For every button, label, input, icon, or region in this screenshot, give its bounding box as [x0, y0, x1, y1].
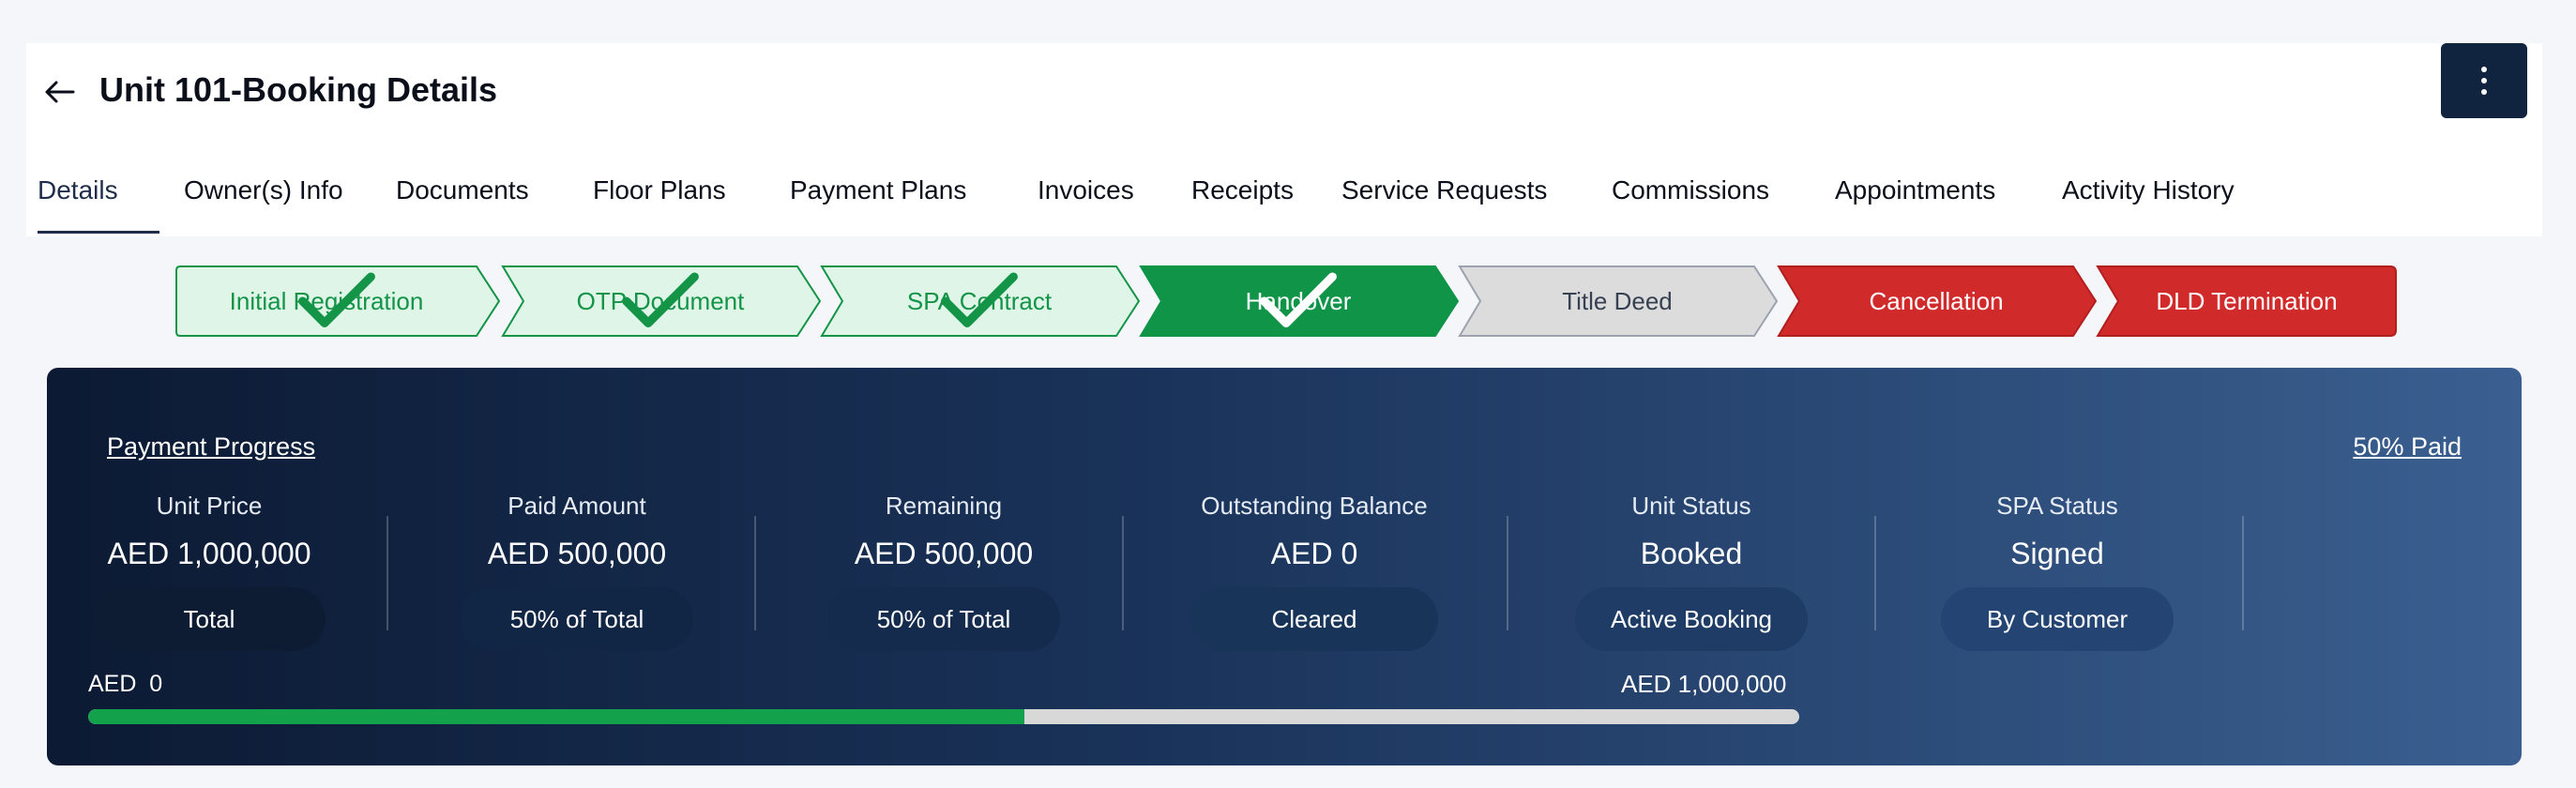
stat-label: SPA Status — [1996, 492, 2118, 520]
stat-pill: 50% of Total — [827, 587, 1060, 651]
stat-value: Signed — [2010, 537, 2104, 570]
step-label: Title Deed — [1562, 286, 1673, 315]
step-title-deed[interactable]: Title Deed — [1458, 265, 1779, 338]
stat-pill: By Customer — [1941, 587, 2174, 651]
booking-stepper: Initial Registration OTP Document SPA Co… — [174, 265, 2398, 338]
step-content: Title Deed — [1458, 265, 1777, 338]
tab-owners-info[interactable]: Owner(s) Info — [184, 159, 343, 235]
step-otp-document[interactable]: OTP Document — [501, 265, 822, 338]
stat-pill: Total — [93, 587, 326, 651]
step-content: Handover — [1139, 265, 1458, 338]
step-label: DLD Termination — [2156, 286, 2338, 315]
progress-range-max: AED 1,000,000 — [1621, 670, 1787, 698]
stat-value: AED 1,000,000 — [107, 537, 311, 570]
step-initial-registration[interactable]: Initial Registration — [174, 265, 501, 338]
tab-commissions[interactable]: Commissions — [1612, 159, 1769, 235]
stat-label: Paid Amount — [508, 492, 646, 520]
stat-divider — [1874, 516, 1876, 630]
step-content: Initial Registration — [174, 265, 499, 338]
stat-spa-status: SPA Status Signed By Customer — [1902, 490, 2212, 659]
payment-progress-panel: Payment Progress 50% Paid Unit Price AED… — [47, 368, 2522, 765]
stat-unit-status: Unit Status Booked Active Booking — [1537, 490, 1846, 659]
page-title: Unit 101-Booking Details — [99, 70, 498, 109]
stat-value: AED 0 — [1270, 537, 1358, 570]
stat-label: Unit Price — [156, 492, 263, 520]
stat-label: Unit Status — [1631, 492, 1751, 520]
stat-divider — [2242, 516, 2244, 630]
stat-divider — [386, 516, 388, 630]
step-label: Cancellation — [1869, 286, 2004, 315]
stat-value: Booked — [1640, 537, 1743, 570]
step-dld-termination[interactable]: DLD Termination — [2096, 265, 2398, 338]
step-content: OTP Document — [501, 265, 820, 338]
progress-range-min: AED 0 — [88, 671, 163, 697]
stat-divider — [1122, 516, 1124, 630]
vertical-dots-icon-dot-3 — [2481, 89, 2487, 95]
check-icon — [1260, 272, 1337, 327]
stat-label: Remaining — [885, 492, 1003, 520]
tab-invoices[interactable]: Invoices — [1038, 159, 1134, 235]
stat-pill: Cleared — [1190, 587, 1438, 651]
tab-activity-history[interactable]: Activity History — [2062, 159, 2235, 235]
stat-value: AED 500,000 — [854, 537, 1034, 570]
step-handover[interactable]: Handover — [1139, 265, 1460, 338]
vertical-dots-icon — [2481, 67, 2487, 72]
tab-floor-plans[interactable]: Floor Plans — [593, 159, 726, 235]
stat-value: AED 500,000 — [487, 537, 667, 570]
payment-progress-title[interactable]: Payment Progress — [107, 430, 315, 463]
step-cancellation[interactable]: Cancellation — [1777, 265, 2098, 338]
step-spa-contract[interactable]: SPA Contract — [820, 265, 1141, 338]
payment-progress-fill — [88, 709, 1024, 724]
paid-percentage-link[interactable]: 50% Paid — [2353, 430, 2462, 463]
tab-appointments[interactable]: Appointments — [1835, 159, 1995, 235]
check-icon — [622, 272, 699, 327]
active-tab-indicator — [38, 231, 159, 234]
tab-payment-plans[interactable]: Payment Plans — [790, 159, 966, 235]
tab-service-requests[interactable]: Service Requests — [1341, 159, 1547, 235]
stat-pill: 50% of Total — [461, 587, 693, 651]
more-options-button[interactable] — [2441, 43, 2527, 118]
stat-divider — [1507, 516, 1508, 630]
stat-remaining: Remaining AED 500,000 50% of Total — [789, 490, 1099, 659]
step-content: SPA Contract — [820, 265, 1139, 338]
stat-paid-amount: Paid Amount AED 500,000 50% of Total — [422, 490, 732, 659]
tab-documents[interactable]: Documents — [396, 159, 529, 235]
stat-unit-price: Unit Price AED 1,000,000 Total — [54, 490, 364, 659]
stat-label: Outstanding Balance — [1201, 492, 1428, 520]
step-content: DLD Termination — [2096, 265, 2398, 338]
tab-details[interactable]: Details — [38, 159, 118, 235]
vertical-dots-icon-dot-2 — [2481, 78, 2487, 83]
check-icon — [941, 272, 1018, 327]
stat-pill: Active Booking — [1575, 587, 1808, 651]
tab-bar: Details Owner(s) Info Documents Floor Pl… — [38, 159, 2364, 235]
stat-divider — [754, 516, 756, 630]
tab-receipts[interactable]: Receipts — [1191, 159, 1294, 235]
step-content: Cancellation — [1777, 265, 2096, 338]
stat-outstanding-balance: Outstanding Balance AED 0 Cleared — [1159, 490, 1469, 659]
check-icon — [298, 272, 375, 327]
arrow-left-icon[interactable] — [41, 71, 79, 109]
payment-progress-bar — [88, 709, 1799, 724]
